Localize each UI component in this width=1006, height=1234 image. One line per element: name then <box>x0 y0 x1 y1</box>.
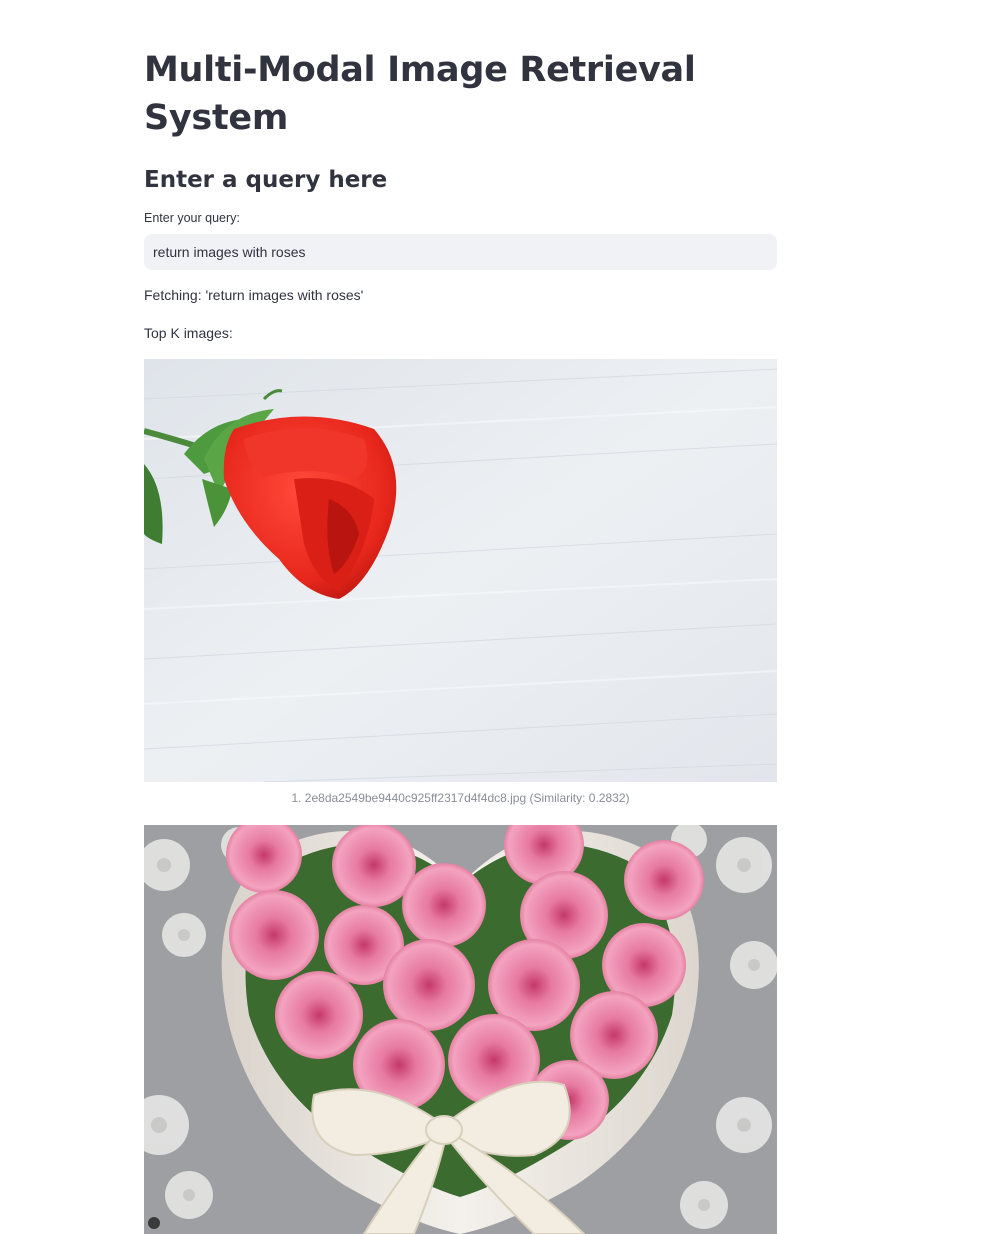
result-caption-1: 1. 2e8da2549be9440c925ff2317d4f4dc8.jpg … <box>291 791 630 805</box>
query-subheader: Enter a query here <box>144 167 388 193</box>
result-image-2 <box>144 825 777 1234</box>
query-input[interactable] <box>144 234 777 270</box>
page-title: Multi-Modal Image Retrieval System <box>144 50 696 138</box>
fetching-status: Fetching: 'return images with roses' <box>144 287 364 303</box>
query-input-label: Enter your query: <box>144 211 240 225</box>
result-image-1 <box>144 359 777 782</box>
top-k-label: Top K images: <box>144 325 233 341</box>
